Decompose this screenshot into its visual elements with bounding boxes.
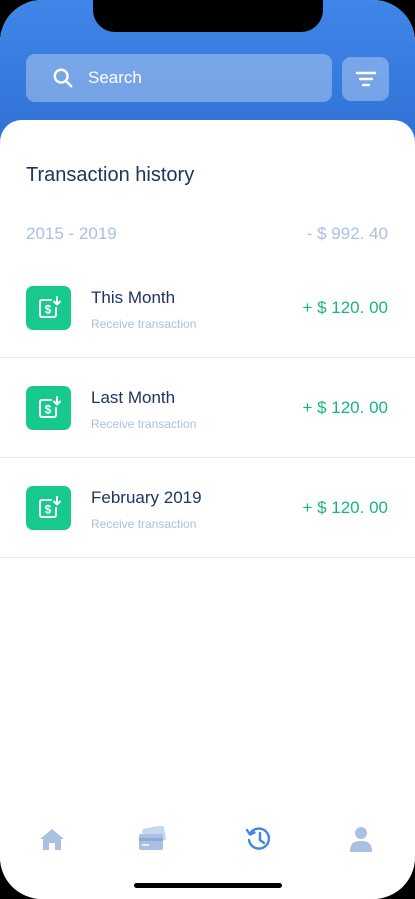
transaction-subtitle: Receive transaction (91, 317, 197, 331)
transaction-row[interactable]: $ This Month Receive transaction + $ 120… (0, 258, 415, 358)
transaction-title: February 2019 (91, 488, 202, 507)
profile-icon (350, 827, 372, 852)
transaction-title: This Month (91, 288, 176, 307)
svg-text:$: $ (44, 303, 51, 317)
transaction-row[interactable]: $ Last Month Receive transaction + $ 120… (0, 358, 415, 458)
search-placeholder: Search (88, 68, 142, 87)
receive-money-icon: $ (26, 386, 71, 430)
device-notch (93, 0, 323, 32)
transaction-amount: + $ 120. 00 (302, 398, 388, 417)
transaction-amount: + $ 120. 00 (302, 298, 388, 317)
tab-home[interactable] (36, 823, 68, 855)
phone-screen: Search Transaction history 2015 - 2019 -… (0, 0, 415, 899)
tab-cards[interactable] (136, 823, 168, 855)
transaction-title: Last Month (91, 388, 176, 407)
transaction-amount: + $ 120. 00 (302, 498, 388, 517)
svg-text:$: $ (44, 503, 51, 517)
date-range: 2015 - 2019 (26, 224, 117, 243)
filter-icon (355, 71, 376, 87)
history-icon (245, 827, 271, 850)
transaction-subtitle: Receive transaction (91, 417, 197, 431)
home-icon (40, 829, 64, 850)
page-title: Transaction history (26, 164, 195, 186)
receive-money-icon: $ (26, 486, 71, 530)
tab-history[interactable] (243, 823, 275, 855)
transaction-row[interactable]: $ February 2019 Receive transaction + $ … (0, 458, 415, 558)
content-card: Transaction history 2015 - 2019 - $ 992.… (0, 120, 415, 899)
transaction-subtitle: Receive transaction (91, 517, 197, 531)
home-indicator (134, 883, 282, 888)
svg-text:$: $ (44, 403, 51, 417)
receive-money-icon: $ (26, 286, 71, 330)
credit-card-icon (139, 826, 166, 850)
total-amount: - $ 992. 40 (306, 224, 388, 243)
filter-button[interactable] (342, 57, 389, 101)
tab-profile[interactable] (345, 823, 377, 855)
search-icon (53, 68, 73, 88)
search-bar[interactable]: Search (26, 54, 332, 102)
tab-bar (0, 815, 415, 863)
